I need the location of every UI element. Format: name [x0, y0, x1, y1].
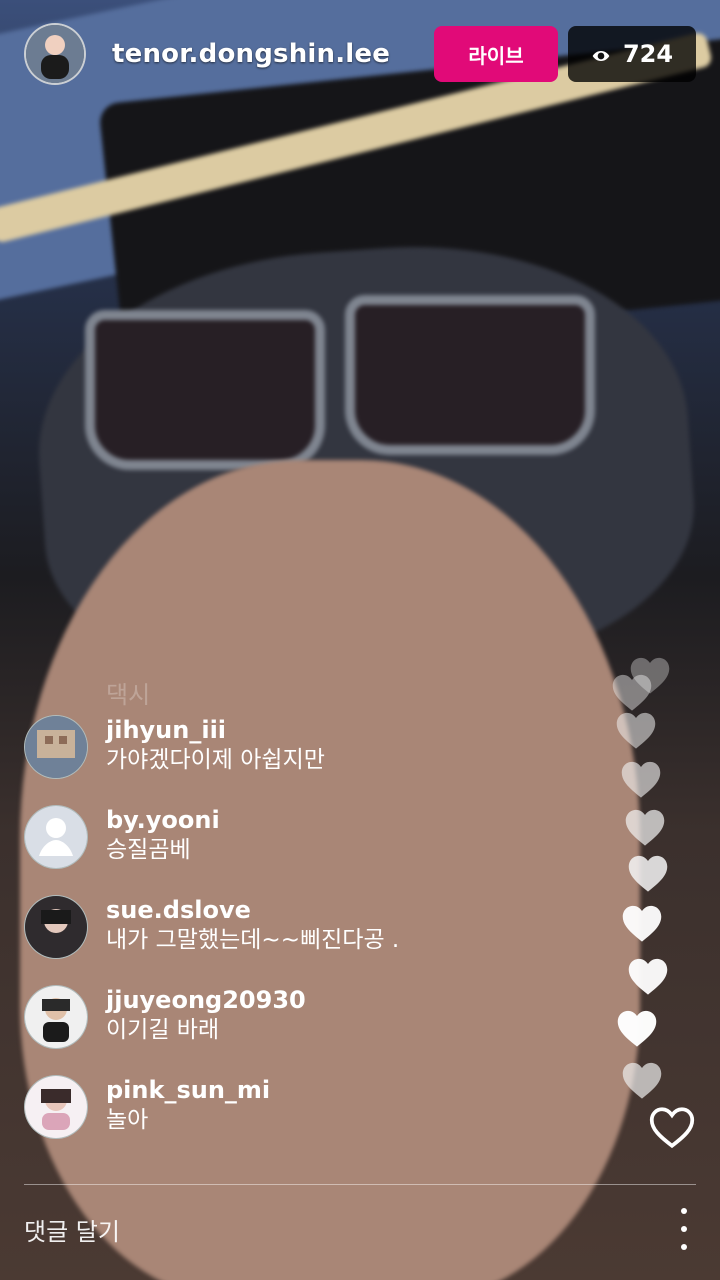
comment-divider — [24, 1184, 696, 1185]
heart-icon — [626, 956, 670, 996]
commenter-name[interactable]: jihyun_iii — [106, 715, 325, 745]
streamer-username[interactable]: tenor.dongshin.lee — [112, 39, 390, 69]
comment-item: jihyun_iii 가야겠다이제 아쉽지만 — [24, 715, 584, 805]
commenter-name[interactable]: jjuyeong20930 — [106, 985, 306, 1015]
commenter-name[interactable]: by.yooni — [106, 805, 220, 835]
heart-icon — [615, 1008, 659, 1048]
comment-text: 이기길 바래 — [106, 1017, 220, 1043]
commenter-avatar[interactable] — [24, 985, 88, 1049]
more-dot — [681, 1226, 687, 1232]
comment-item: by.yooni 승질곰베 — [24, 805, 584, 895]
heart-icon — [610, 672, 654, 712]
commenter-name[interactable]: sue.dslove — [106, 895, 399, 925]
commenter-avatar[interactable] — [24, 895, 88, 959]
bottom-bar: 댓글 달기 — [24, 1203, 696, 1255]
heart-icon — [619, 759, 663, 799]
comment-text: 놀아 — [106, 1107, 149, 1133]
comment-text: 가야겠다이제 아쉽지만 — [106, 747, 325, 773]
more-dot — [681, 1208, 687, 1214]
top-bar: tenor.dongshin.lee 라이브 724 — [24, 23, 696, 85]
sunglasses-right-lens — [345, 295, 595, 455]
heart-icon — [626, 853, 670, 893]
comment-item: jjuyeong20930 이기길 바래 — [24, 985, 584, 1075]
comment-text: 승질곰베 — [106, 837, 191, 863]
more-vertical-icon[interactable] — [672, 1208, 696, 1250]
commenter-name[interactable]: pink_sun_mi — [106, 1075, 270, 1105]
live-badge: 라이브 — [434, 26, 558, 82]
more-dot — [681, 1244, 687, 1250]
floating-hearts — [610, 655, 700, 1155]
profile-avatar-image — [26, 25, 84, 83]
viewer-count-badge: 724 — [568, 26, 696, 82]
heart-icon — [614, 710, 658, 750]
live-badges: 라이브 724 — [434, 26, 696, 82]
comment-input[interactable]: 댓글 달기 — [24, 1212, 120, 1247]
comment-text: 내가 그말했는데~~삐진다공 . — [106, 927, 400, 953]
heart-icon — [620, 1060, 664, 1100]
comment-item: sue.dslove 내가 그말했는데~~삐진다공 . — [24, 895, 584, 985]
sunglasses-left-lens — [85, 310, 325, 470]
eye-icon — [591, 44, 611, 64]
comment-feed: 댁시 jihyun_iii 가야겠다이제 아쉽지만 by.yooni 승질곰베 … — [24, 675, 584, 1165]
heart-icon — [620, 903, 664, 943]
profile-avatar[interactable] — [24, 23, 86, 85]
commenter-avatar[interactable] — [24, 715, 88, 779]
commenter-avatar[interactable] — [24, 1075, 88, 1139]
faded-comment: 댁시 — [106, 681, 151, 709]
comment-item: pink_sun_mi 놀아 — [24, 1075, 584, 1165]
heart-outline-icon[interactable] — [648, 1105, 696, 1149]
viewer-count: 724 — [622, 40, 674, 68]
heart-icon — [623, 807, 667, 847]
commenter-avatar[interactable] — [24, 805, 88, 869]
